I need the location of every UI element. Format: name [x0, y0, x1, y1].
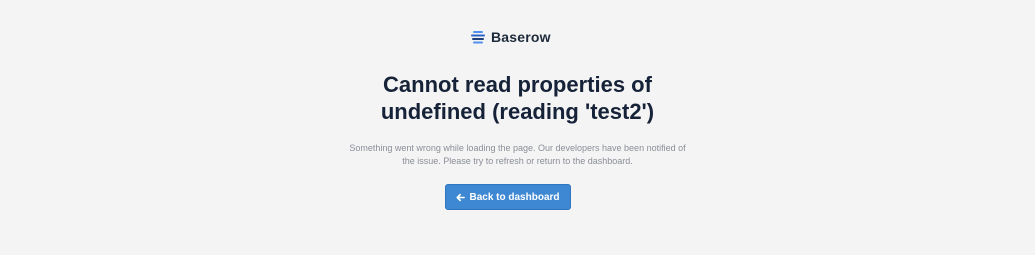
error-title-line-2: undefined (reading 'test2') [380, 99, 655, 124]
error-message-line-1: Something went wrong while loading the p… [349, 143, 686, 153]
arrow-left-icon [456, 193, 466, 201]
baserow-logo[interactable]: Baserow [471, 28, 551, 46]
back-to-dashboard-label: Back to dashboard [469, 191, 560, 203]
error-title: Cannot read properties of undefined (rea… [0, 71, 1035, 125]
baserow-logo-icon [471, 31, 485, 44]
brand-name: Baserow [491, 29, 551, 45]
back-to-dashboard-button[interactable]: Back to dashboard [445, 184, 571, 210]
error-message-line-2: the issue. Please try to refresh or retu… [402, 156, 633, 166]
error-page: Baserow Cannot read properties of undefi… [0, 0, 1035, 255]
error-title-line-1: Cannot read properties of [383, 72, 652, 97]
error-message: Something went wrong while loading the p… [340, 142, 695, 168]
